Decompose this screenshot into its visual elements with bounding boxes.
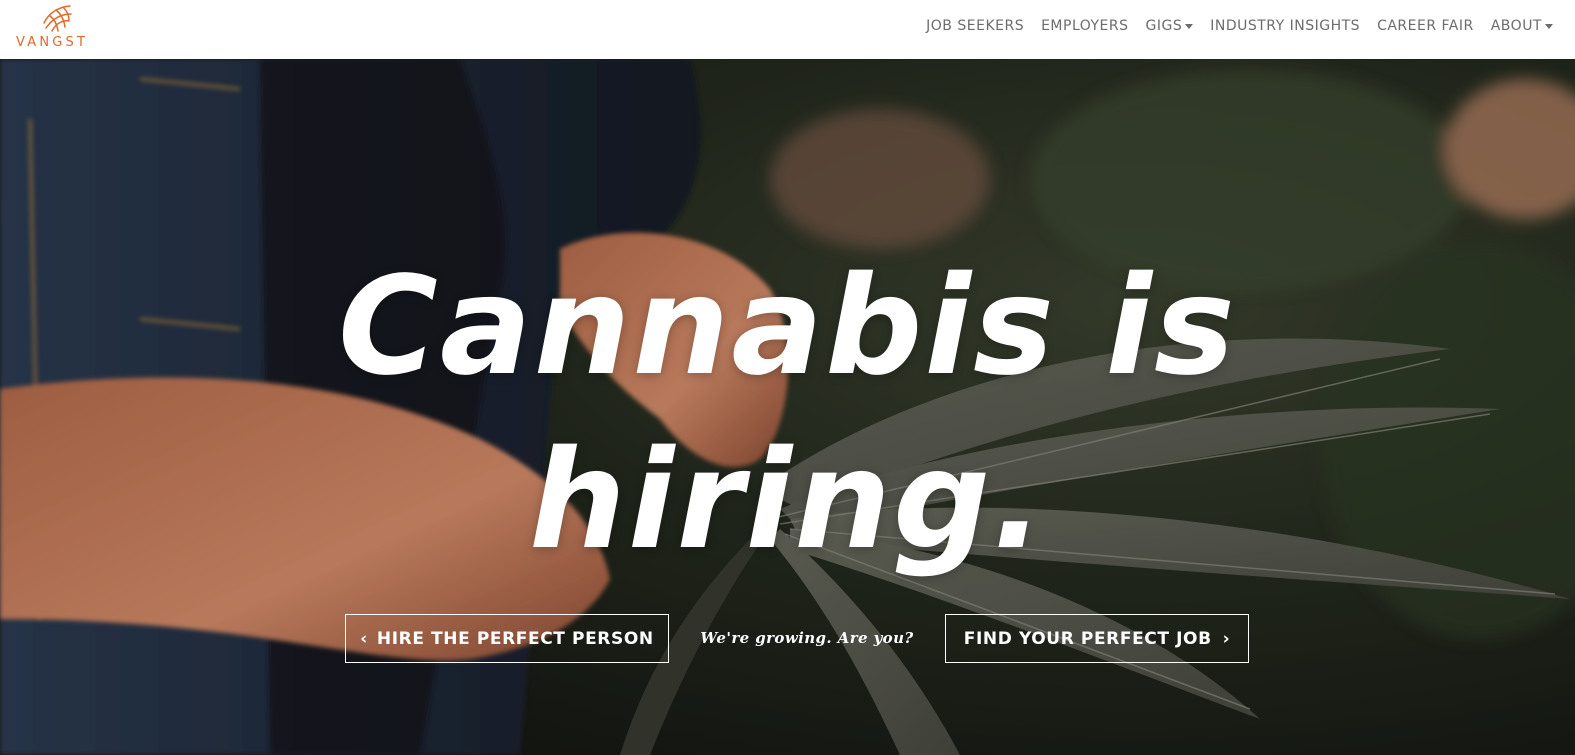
globe-logo-icon: [43, 5, 72, 32]
nav-about[interactable]: ABOUT: [1491, 18, 1553, 34]
logo-wordmark: VANGST: [16, 35, 89, 50]
find-perfect-job-button[interactable]: FIND YOUR PERFECT JOB ›: [945, 614, 1249, 663]
find-button-label: FIND YOUR PERFECT JOB: [963, 628, 1212, 649]
hire-perfect-person-button[interactable]: ‹ HIRE THE PERFECT PERSON: [345, 614, 669, 663]
nav-employers[interactable]: EMPLOYERS: [1041, 18, 1128, 34]
top-navbar: VANGST JOB SEEKERS EMPLOYERS GIGS INDUST…: [0, 0, 1575, 59]
nav-gigs[interactable]: GIGS: [1146, 18, 1194, 34]
caret-down-icon: [1185, 24, 1194, 29]
hero-headline-line2: hiring.: [529, 422, 1046, 580]
hero-background-photo: [0, 59, 1575, 755]
hire-button-label: HIRE THE PERFECT PERSON: [376, 628, 654, 649]
nav-career-fair[interactable]: CAREER FAIR: [1377, 18, 1474, 34]
chevron-left-icon: ‹: [360, 628, 368, 649]
nav-industry-insights[interactable]: INDUSTRY INSIGHTS: [1210, 18, 1360, 34]
main-nav: JOB SEEKERS EMPLOYERS GIGS INDUSTRY INSI…: [909, 0, 1553, 52]
nav-job-seekers[interactable]: JOB SEEKERS: [926, 18, 1024, 34]
chevron-right-icon: ›: [1222, 628, 1231, 649]
hero-section: Cannabis is hiring. ‹ HIRE THE PERFECT P…: [0, 59, 1575, 755]
hero-headline-line1: Cannabis is: [338, 248, 1237, 406]
caret-down-icon: [1545, 24, 1553, 29]
vangst-logo[interactable]: VANGST: [14, 4, 104, 50]
hero-tagline: We're growing. Are you?: [700, 629, 914, 647]
